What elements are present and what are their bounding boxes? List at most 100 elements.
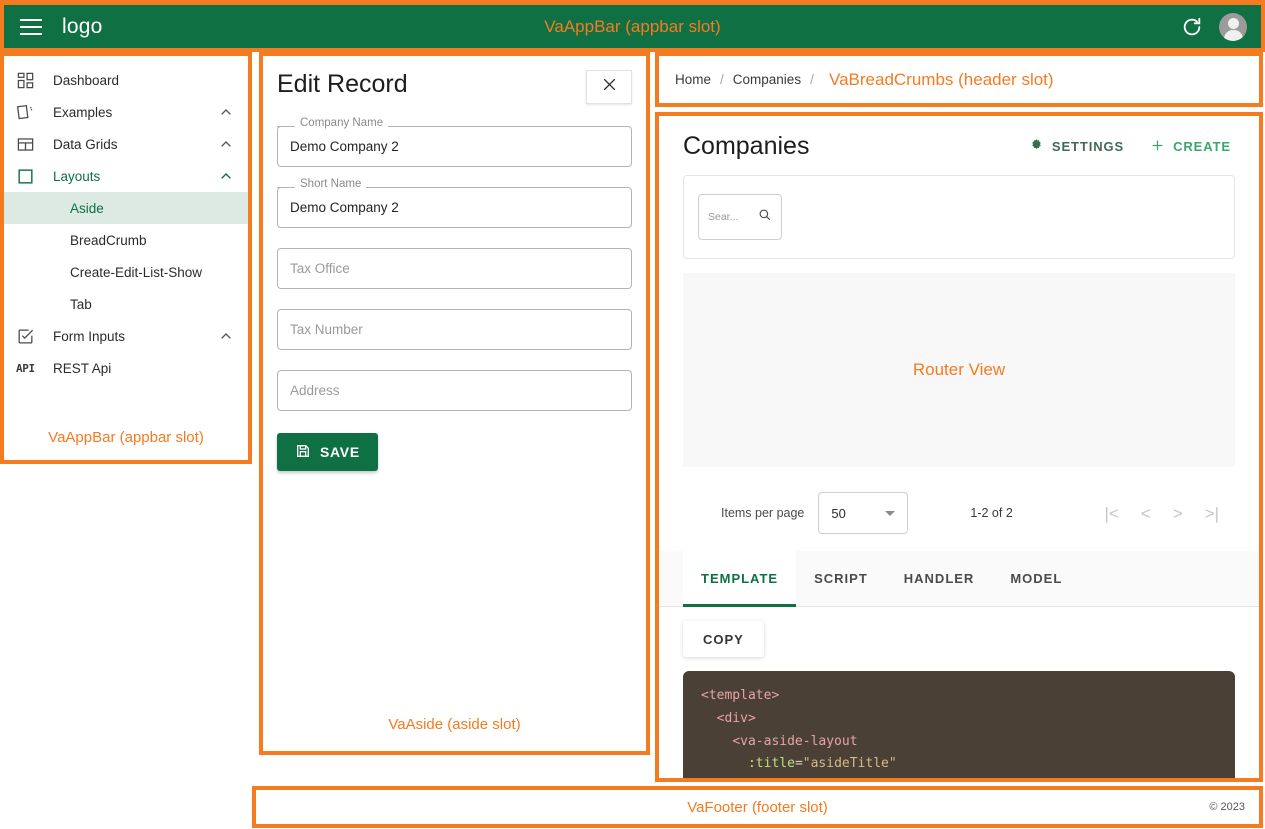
router-view-note: Router View xyxy=(912,360,1006,379)
sidebar-item-label: Aside xyxy=(70,200,104,216)
api-icon: API xyxy=(16,361,35,375)
chevron-down-icon xyxy=(885,510,896,516)
footer-slot-note: VaFooter (footer slot) xyxy=(687,798,828,816)
short-name-value: Demo Company 2 xyxy=(290,200,399,215)
copy-row: COPY xyxy=(683,607,1235,657)
breadcrumb-item-home[interactable]: Home xyxy=(675,72,711,87)
code-segment: <div> xyxy=(716,710,756,726)
code-tabs: TEMPLATE SCRIPT HANDLER MODEL xyxy=(659,551,1259,607)
sidebar-item-create-edit-list-show[interactable]: Create-Edit-List-Show xyxy=(4,256,248,288)
chevron-up-icon[interactable] xyxy=(218,168,234,184)
avatar[interactable] xyxy=(1219,12,1247,41)
settings-button[interactable]: SETTINGS xyxy=(1029,138,1124,156)
close-icon xyxy=(601,76,618,98)
header-slot-note: VaBreadCrumbs (header slot) xyxy=(829,69,1054,89)
aside-header: Edit Record xyxy=(277,70,632,104)
search-input[interactable]: Sear... xyxy=(698,194,782,240)
sidebar-item-examples[interactable]: Examples xyxy=(4,96,248,128)
code-line: <div> xyxy=(701,708,1217,731)
appbar-actions xyxy=(1181,12,1261,41)
chevron-up-icon[interactable] xyxy=(218,136,234,152)
chevron-up-icon[interactable] xyxy=(218,104,234,120)
address-placeholder: Address xyxy=(290,383,340,398)
aside-panel: Edit Record Company Name Demo Company 2 xyxy=(259,52,650,755)
items-per-page-select[interactable]: 50 xyxy=(818,492,909,534)
hamburger-icon[interactable] xyxy=(20,18,42,35)
breadcrumb-separator: / xyxy=(720,72,724,87)
main-panel: Companies SETTINGS CREATE Sear... Router… xyxy=(655,112,1263,782)
items-per-page-value: 50 xyxy=(831,505,846,521)
sidebar-item-label: Data Grids xyxy=(53,136,118,152)
sidebar: Dashboard Examples Data Grids Layouts As… xyxy=(0,52,252,464)
aside-slot-note: VaAside (aside slot) xyxy=(388,716,521,733)
sidebar-item-breadcrumb[interactable]: BreadCrumb xyxy=(4,224,248,256)
close-button[interactable] xyxy=(586,70,632,104)
sidebar-item-rest-api[interactable]: API REST Api xyxy=(4,352,248,384)
search-placeholder: Sear... xyxy=(708,211,739,223)
tax-number-placeholder: Tax Number xyxy=(290,322,363,337)
edit-record-form: Company Name Demo Company 2 Short Name D… xyxy=(277,117,632,471)
sidebar-item-data-grids[interactable]: Data Grids xyxy=(4,128,248,160)
first-page-icon[interactable]: |< xyxy=(1104,505,1118,522)
search-card: Sear... xyxy=(683,175,1235,259)
refresh-icon[interactable] xyxy=(1181,16,1203,38)
appbar: logo VaAppBar (appbar slot) xyxy=(0,0,1265,52)
code-segment: "asideTitle" xyxy=(802,756,897,772)
main-header: Companies SETTINGS CREATE xyxy=(683,132,1235,161)
main-inner: Companies SETTINGS CREATE Sear... Router… xyxy=(659,116,1259,778)
code-segment: <template> xyxy=(701,688,780,703)
copy-button[interactable]: COPY xyxy=(683,621,764,657)
square-icon xyxy=(16,166,42,186)
page-title: Companies xyxy=(683,132,810,160)
last-page-icon[interactable]: >| xyxy=(1205,505,1219,522)
code-segment: = xyxy=(794,756,803,772)
sidebar-item-label: Dashboard xyxy=(53,72,120,88)
short-name-field[interactable]: Short Name Demo Company 2 xyxy=(277,178,632,228)
plus-icon xyxy=(1150,138,1165,156)
gear-icon xyxy=(1029,138,1044,156)
short-name-label: Short Name xyxy=(295,178,367,191)
tax-office-placeholder: Tax Office xyxy=(290,261,350,276)
appbar-slot-note: VaAppBar (appbar slot) xyxy=(544,16,721,36)
tax-office-field[interactable]: Tax Office xyxy=(277,248,632,289)
search-icon[interactable] xyxy=(757,207,772,227)
footer-copyright: © 2023 xyxy=(1209,801,1245,813)
save-button[interactable]: SAVE xyxy=(277,433,378,471)
items-per-page-label: Items per page xyxy=(721,506,805,520)
main-header-actions: SETTINGS CREATE xyxy=(1029,138,1235,156)
tab-handler[interactable]: HANDLER xyxy=(886,551,993,606)
code-line: :title="asideTitle" xyxy=(701,753,1217,776)
company-name-field[interactable]: Company Name Demo Company 2 xyxy=(277,117,632,167)
address-field[interactable]: Address xyxy=(277,370,632,411)
sidebar-item-form-inputs[interactable]: Form Inputs xyxy=(4,320,248,352)
sidebar-item-aside[interactable]: Aside xyxy=(4,192,248,224)
sidebar-item-label: REST Api xyxy=(53,360,112,376)
logo[interactable]: logo xyxy=(62,15,103,39)
settings-button-label: SETTINGS xyxy=(1051,139,1125,154)
create-button-label: CREATE xyxy=(1173,139,1231,154)
tab-template[interactable]: TEMPLATE xyxy=(683,551,797,607)
tab-script[interactable]: SCRIPT xyxy=(796,551,886,606)
pager-navigation: |< < > >| xyxy=(1104,505,1229,522)
prev-page-icon[interactable]: < xyxy=(1141,505,1151,522)
checkbox-icon xyxy=(16,326,42,346)
tax-number-field[interactable]: Tax Number xyxy=(277,309,632,350)
create-button[interactable]: CREATE xyxy=(1150,138,1231,156)
sidebar-item-layouts[interactable]: Layouts xyxy=(4,160,248,192)
dashboard-grid-icon xyxy=(16,70,42,90)
company-name-value: Demo Company 2 xyxy=(290,139,399,154)
sidebar-item-dashboard[interactable]: Dashboard xyxy=(4,64,248,96)
router-view-placeholder: Router View xyxy=(683,273,1235,467)
next-page-icon[interactable]: > xyxy=(1173,505,1183,522)
sidebar-item-tab[interactable]: Tab xyxy=(4,288,248,320)
chevron-up-icon[interactable] xyxy=(218,328,234,344)
breadcrumb-item-companies[interactable]: Companies xyxy=(733,72,801,87)
tab-model[interactable]: MODEL xyxy=(992,551,1080,606)
sidebar-item-label: BreadCrumb xyxy=(70,232,147,248)
sidebar-item-label: Tab xyxy=(70,296,92,312)
table-icon xyxy=(16,134,42,154)
code-block: <template> <div> <va-aside-layout :title… xyxy=(683,671,1235,778)
cards-icon xyxy=(16,102,42,122)
